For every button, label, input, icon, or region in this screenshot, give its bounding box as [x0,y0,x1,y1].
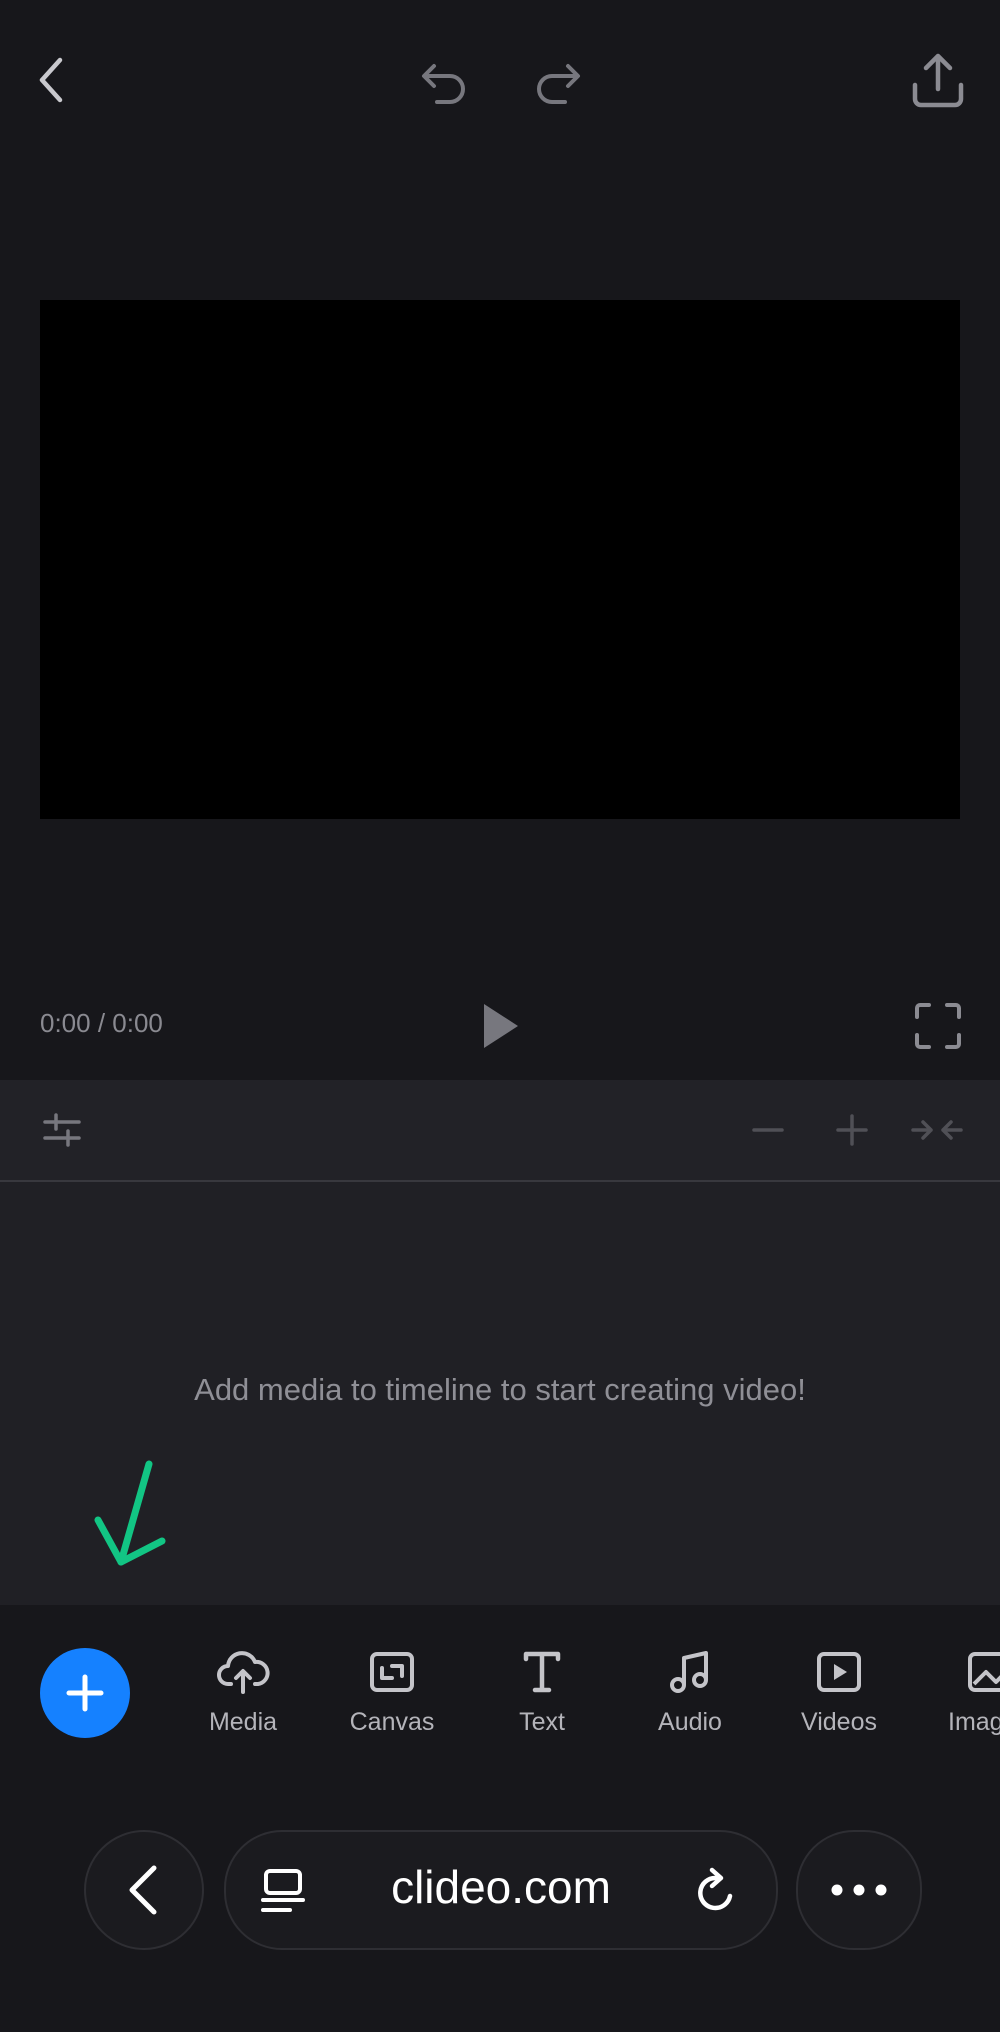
add-button[interactable] [40,1648,130,1738]
music-note-icon [670,1651,708,1693]
tool-canvas[interactable]: Canvas [332,1648,452,1737]
image-icon [968,1652,1000,1692]
upload-icon [912,53,964,108]
tool-label: Audio [658,1708,722,1736]
tool-label: Canvas [349,1708,435,1736]
browser-more-button[interactable] [796,1830,922,1950]
address-bar[interactable]: clideo.com [224,1830,778,1950]
export-button[interactable] [904,44,972,118]
undo-button[interactable] [412,46,476,116]
tool-label: Imag [948,1708,1000,1736]
zoom-out-button[interactable] [748,1108,788,1152]
timeline-toolbar [0,1080,1000,1182]
fit-timeline-button[interactable] [910,1108,964,1152]
redo-button[interactable] [526,46,590,116]
cloud-upload-icon [217,1651,270,1694]
play-button[interactable] [470,996,530,1056]
play-icon [484,1004,518,1048]
minus-icon [752,1128,784,1132]
redo-icon [537,64,580,104]
tool-images[interactable]: Imag [928,1648,1000,1737]
sliders-icon [43,1113,81,1147]
top-bar [0,0,1000,160]
tool-audio[interactable]: Audio [630,1648,750,1737]
tool-label: Media [208,1708,278,1736]
chevron-left-icon [39,57,63,103]
empty-timeline-message: Add media to timeline to start creating … [194,1372,806,1407]
tool-text[interactable]: Text [482,1648,602,1737]
canvas-icon [370,1652,414,1692]
plus-icon [66,1674,104,1712]
text-icon [523,1651,561,1693]
chevron-left-icon [129,1865,157,1915]
fullscreen-icon [915,1003,961,1049]
undo-icon [422,64,465,104]
collapse-icon [911,1120,963,1140]
tool-label: Text [519,1708,565,1736]
tool-media[interactable]: Media [183,1648,303,1737]
browser-back-button[interactable] [84,1830,204,1950]
more-icon [831,1884,887,1896]
zoom-in-button[interactable] [832,1108,872,1152]
fullscreen-button[interactable] [912,1000,964,1052]
plus-icon [836,1114,868,1146]
video-preview[interactable] [40,300,960,819]
time-display: 0:00 / 0:00 [40,1008,163,1038]
reload-icon[interactable] [692,1866,740,1916]
hint-arrow-icon [94,1460,166,1566]
video-icon [817,1652,861,1692]
back-button[interactable] [20,40,84,120]
timeline-settings-button[interactable] [38,1108,86,1152]
tool-videos[interactable]: Videos [779,1648,899,1737]
tool-label: Videos [801,1708,877,1736]
